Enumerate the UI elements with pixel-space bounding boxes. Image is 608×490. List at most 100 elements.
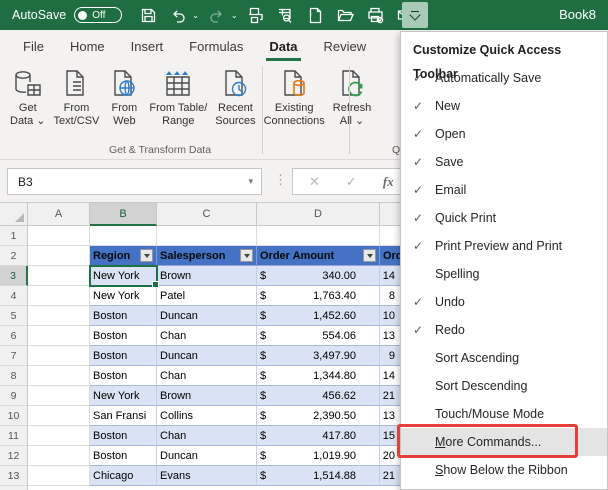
cell-region-11[interactable]: Boston bbox=[90, 426, 157, 446]
cell-region-4[interactable]: New York bbox=[90, 286, 157, 306]
cell-a8[interactable] bbox=[28, 366, 90, 386]
cell-region-12[interactable]: Boston bbox=[90, 446, 157, 466]
cell-region-9[interactable]: New York bbox=[90, 386, 157, 406]
cell-d1[interactable] bbox=[257, 226, 380, 246]
cell-amount-8[interactable]: $1,344.80 bbox=[257, 366, 380, 386]
menu-item-quick-print[interactable]: ✓Quick Print bbox=[401, 204, 607, 232]
menu-item-spelling[interactable]: Spelling bbox=[401, 260, 607, 288]
cell-a13[interactable] bbox=[28, 466, 90, 486]
cell-a12[interactable] bbox=[28, 446, 90, 466]
ribbon-button-from-web[interactable]: From Web bbox=[103, 66, 145, 130]
ribbon-button-get-data[interactable]: Get Data ⌄ bbox=[6, 66, 50, 130]
cell-a3[interactable] bbox=[28, 266, 90, 286]
row-header-12[interactable]: 12 bbox=[0, 446, 28, 466]
table-header-salesperson[interactable]: Salesperson bbox=[157, 246, 257, 266]
tab-home[interactable]: Home bbox=[57, 32, 118, 62]
ribbon-button-from-table-range[interactable]: From Table/ Range bbox=[145, 66, 211, 130]
new-icon[interactable] bbox=[304, 3, 328, 27]
undo-icon[interactable] bbox=[166, 3, 190, 27]
table-header-region[interactable]: Region bbox=[90, 246, 157, 266]
insert-function-button[interactable]: fx bbox=[383, 174, 394, 190]
cell-a6[interactable] bbox=[28, 326, 90, 346]
cell-amount-4[interactable]: $1,763.40 bbox=[257, 286, 380, 306]
cell-amount-5[interactable]: $1,452.60 bbox=[257, 306, 380, 326]
ribbon-button-from-text-csv[interactable]: From Text/CSV bbox=[50, 66, 104, 130]
cell-salesperson-9[interactable]: Brown bbox=[157, 386, 257, 406]
cell-a4[interactable] bbox=[28, 286, 90, 306]
cell-amount-12[interactable]: $1,019.90 bbox=[257, 446, 380, 466]
cell-amount-9[interactable]: $456.62 bbox=[257, 386, 380, 406]
tab-review[interactable]: Review bbox=[311, 32, 380, 62]
enter-icon[interactable]: ✓ bbox=[346, 174, 357, 190]
menu-item-sort-descending[interactable]: Sort Descending bbox=[401, 372, 607, 400]
cell-a10[interactable] bbox=[28, 406, 90, 426]
cell-a1[interactable] bbox=[28, 226, 90, 246]
ribbon-button-existing-connections[interactable]: Existing Connections bbox=[260, 66, 329, 130]
row-header-3[interactable]: 3 bbox=[0, 266, 28, 286]
cell-region-7[interactable]: Boston bbox=[90, 346, 157, 366]
menu-item-show-below-the-ribbon[interactable]: Show Below the Ribbon bbox=[401, 456, 607, 484]
cell-salesperson-8[interactable]: Chan bbox=[157, 366, 257, 386]
cell-region-10[interactable]: San Fransi bbox=[90, 406, 157, 426]
cell-a9[interactable] bbox=[28, 386, 90, 406]
qat-dropdown-button[interactable] bbox=[402, 2, 428, 28]
spelling-grid-magnifier-icon[interactable] bbox=[274, 3, 298, 27]
tab-data[interactable]: Data bbox=[256, 32, 310, 62]
cell-salesperson-12[interactable]: Duncan bbox=[157, 446, 257, 466]
filter-dropdown-button[interactable] bbox=[240, 249, 253, 262]
filter-dropdown-button[interactable] bbox=[363, 249, 376, 262]
cell-salesperson-11[interactable]: Chan bbox=[157, 426, 257, 446]
column-header-a[interactable]: A bbox=[28, 203, 90, 226]
column-header-c[interactable]: C bbox=[157, 203, 257, 226]
row-header-1[interactable]: 1 bbox=[0, 226, 28, 246]
row-header-6[interactable]: 6 bbox=[0, 326, 28, 346]
cell-b1[interactable] bbox=[90, 226, 157, 246]
column-header-b[interactable]: B bbox=[90, 203, 157, 226]
cell-salesperson-7[interactable]: Duncan bbox=[157, 346, 257, 366]
cell-amount-13[interactable]: $1,514.88 bbox=[257, 466, 380, 486]
name-box-dropdown-icon[interactable]: ▾ bbox=[248, 176, 253, 187]
cell-salesperson-10[interactable]: Collins bbox=[157, 406, 257, 426]
row-header-8[interactable]: 8 bbox=[0, 366, 28, 386]
column-header-d[interactable]: D bbox=[257, 203, 380, 226]
cell-amount-10[interactable]: $2,390.50 bbox=[257, 406, 380, 426]
menu-item-save[interactable]: ✓Save bbox=[401, 148, 607, 176]
menu-item-new[interactable]: ✓New bbox=[401, 92, 607, 120]
ribbon-button-recent-sources[interactable]: Recent Sources bbox=[211, 66, 259, 130]
row-header-9[interactable]: 9 bbox=[0, 386, 28, 406]
autosave-toggle[interactable]: Off bbox=[74, 7, 122, 23]
cell-c1[interactable] bbox=[157, 226, 257, 246]
cell-amount-3[interactable]: $340.00 bbox=[257, 266, 380, 286]
cell-salesperson-5[interactable]: Duncan bbox=[157, 306, 257, 326]
select-all-corner[interactable] bbox=[0, 203, 28, 226]
filter-dropdown-button[interactable] bbox=[140, 249, 153, 262]
cell-salesperson-6[interactable]: Chan bbox=[157, 326, 257, 346]
name-box[interactable]: B3 ▾ bbox=[7, 168, 262, 195]
tab-insert[interactable]: Insert bbox=[118, 32, 177, 62]
cell-amount-6[interactable]: $554.06 bbox=[257, 326, 380, 346]
cell-salesperson-3[interactable]: Brown bbox=[157, 266, 257, 286]
cell-salesperson-13[interactable]: Evans bbox=[157, 466, 257, 486]
row-header-10[interactable]: 10 bbox=[0, 406, 28, 426]
redo-icon[interactable] bbox=[205, 3, 229, 27]
cell-amount-7[interactable]: $3,497.90 bbox=[257, 346, 380, 366]
tab-formulas[interactable]: Formulas bbox=[176, 32, 256, 62]
menu-item-undo[interactable]: ✓Undo bbox=[401, 288, 607, 316]
menu-item-open[interactable]: ✓Open bbox=[401, 120, 607, 148]
quick-print-icon[interactable] bbox=[364, 3, 388, 27]
cell-salesperson-4[interactable]: Patel bbox=[157, 286, 257, 306]
cell-a7[interactable] bbox=[28, 346, 90, 366]
menu-item-touch-mouse-mode[interactable]: Touch/Mouse Mode bbox=[401, 400, 607, 428]
row-header-11[interactable]: 11 bbox=[0, 426, 28, 446]
cell-amount-11[interactable]: $417.80 bbox=[257, 426, 380, 446]
row-header-7[interactable]: 7 bbox=[0, 346, 28, 366]
tab-file[interactable]: File bbox=[10, 32, 57, 62]
menu-item-redo[interactable]: ✓Redo bbox=[401, 316, 607, 344]
row-header-4[interactable]: 4 bbox=[0, 286, 28, 306]
open-icon[interactable] bbox=[334, 3, 358, 27]
menu-item-more-commands[interactable]: More Commands... bbox=[401, 428, 607, 456]
fill-handle[interactable] bbox=[152, 281, 159, 288]
cell-region-6[interactable]: Boston bbox=[90, 326, 157, 346]
cell-a2[interactable] bbox=[28, 246, 90, 266]
print-preview-and-print-icon[interactable] bbox=[244, 3, 268, 27]
